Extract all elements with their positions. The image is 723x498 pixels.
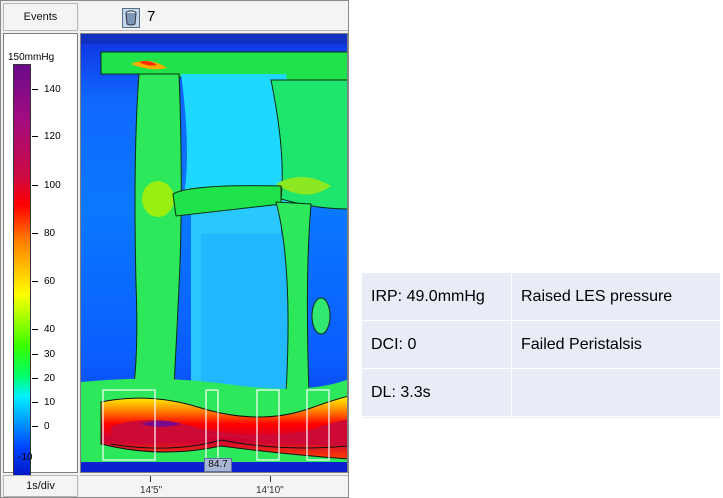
time-tick-label: 14'5": [140, 485, 163, 496]
time-tick-label: 14'10": [256, 485, 284, 496]
time-tick: [150, 476, 151, 482]
time-tick: [270, 476, 271, 482]
time-axis: 14'5" 14'10": [80, 475, 348, 497]
scale-tick: 40: [32, 324, 78, 336]
color-scale-bar: [13, 64, 31, 491]
scale-tick: 30: [32, 349, 78, 361]
results-table: IRP: 49.0mmHg Raised LES pressure DCI: 0…: [362, 273, 721, 418]
events-header[interactable]: Events: [3, 3, 78, 31]
metric-cell-dl: DL: 3.3s: [362, 369, 512, 417]
marker-value-label: 84.7: [204, 458, 232, 472]
pressure-scale: 150mmHg 140 120 100 80 60 40 30 20 10 0 …: [3, 33, 78, 491]
scale-max-label: 150mmHg: [8, 52, 55, 63]
finding-cell-irp: Raised LES pressure: [512, 273, 721, 321]
scale-tick: 20: [32, 373, 78, 385]
manometry-viewer: Events 7 150mmHg 140 120 100 80 60 40 30…: [0, 0, 349, 498]
scale-tick: 120: [32, 131, 78, 143]
events-label: Events: [23, 11, 58, 23]
bucket-icon[interactable]: [122, 8, 140, 28]
metric-cell-irp: IRP: 49.0mmHg: [362, 273, 512, 321]
scale-tick: 140: [32, 84, 78, 96]
scale-min-label: -10: [18, 452, 33, 463]
scale-tick: 10: [32, 397, 78, 409]
time-scale-label[interactable]: 1s/div: [3, 475, 78, 497]
scale-tick: 60: [32, 276, 78, 288]
scale-tick: 80: [32, 228, 78, 240]
scale-tick: 100: [32, 180, 78, 192]
event-toolbar: 7: [80, 3, 348, 31]
metric-cell-dci: DCI: 0: [362, 321, 512, 369]
pressure-topography-plot[interactable]: [80, 33, 348, 473]
event-count: 7: [147, 8, 156, 25]
finding-cell-dl: [512, 369, 721, 417]
finding-cell-dci: Failed Peristalsis: [512, 321, 721, 369]
scale-tick: 0: [32, 421, 78, 433]
